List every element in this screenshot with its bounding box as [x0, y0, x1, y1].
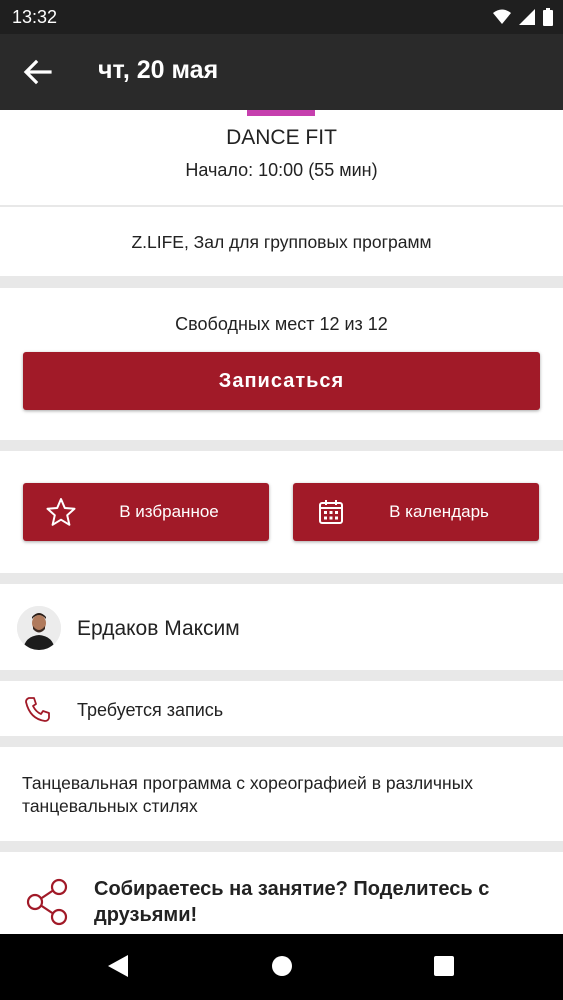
page-title: чт, 20 мая — [98, 56, 219, 84]
share-icon — [26, 878, 68, 926]
nav-back-icon[interactable] — [107, 954, 129, 978]
location-text: Z.LIFE, Зал для групповых программ — [131, 232, 432, 252]
system-nav-bar — [0, 934, 563, 1000]
avatar — [17, 606, 61, 650]
nav-recents-icon[interactable] — [433, 954, 455, 978]
status-icons — [493, 8, 553, 26]
calendar-label: В календарь — [389, 502, 489, 521]
status-bar: 13:32 — [0, 0, 563, 34]
share-prompt: Собираетесь на занятие? Поделитесь с дру… — [94, 878, 490, 926]
free-seats-text: Свободных мест 12 из 12 — [175, 314, 388, 334]
trainer-name: Ердаков Максим — [77, 617, 240, 640]
wifi-icon — [493, 9, 511, 24]
favorite-label: В избранное — [119, 502, 219, 521]
class-name: DANCE FIT — [226, 126, 337, 149]
requirement-text: Требуется запись — [77, 700, 224, 720]
calendar-button[interactable]: В календарь — [293, 483, 539, 541]
battery-icon — [543, 8, 553, 26]
class-color-bar — [247, 110, 315, 116]
arrow-left-icon[interactable] — [22, 58, 52, 86]
class-description: Танцевальная программа с хореографией в … — [22, 773, 474, 816]
nav-home-icon[interactable] — [271, 954, 293, 978]
class-details[interactable]: DANCE FIT Начало: 10:00 (55 мин) Z.LIFE,… — [0, 110, 563, 934]
trainer-photo — [17, 606, 61, 650]
signup-button[interactable]: Записаться — [23, 352, 540, 410]
app-bar: чт, 20 мая — [0, 34, 563, 110]
favorite-button[interactable]: В избранное — [23, 483, 269, 541]
signal-icon — [519, 9, 535, 25]
class-header-card: DANCE FIT Начало: 10:00 (55 мин) — [0, 110, 563, 205]
status-time: 13:32 — [12, 7, 58, 27]
class-start-time: Начало: 10:00 (55 мин) — [185, 160, 378, 180]
phone-icon — [25, 697, 50, 722]
